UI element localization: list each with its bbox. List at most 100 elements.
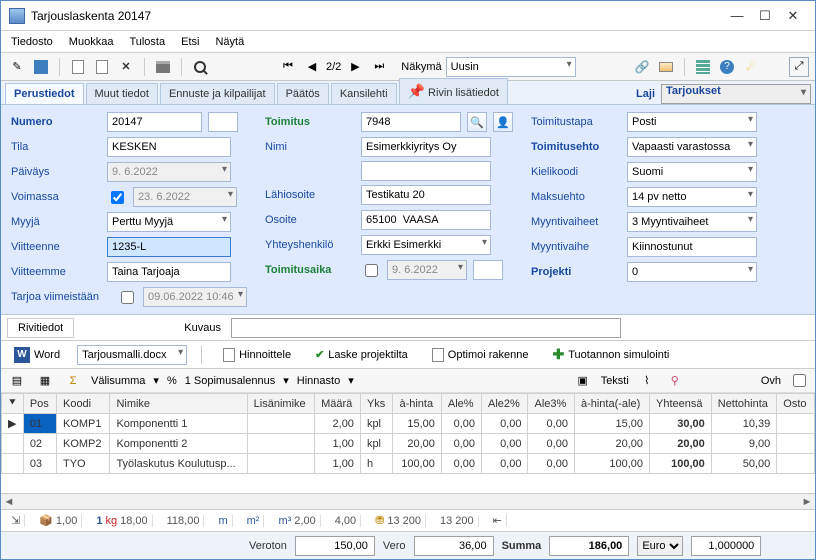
voimassa-input[interactable] — [133, 187, 237, 207]
scroll-left-icon[interactable]: ◄ — [1, 494, 17, 509]
search-customer-icon[interactable]: 🔍 — [467, 112, 487, 132]
myyntivaiheet-select[interactable] — [627, 212, 757, 232]
h-scrollbar[interactable]: ◄ ► — [1, 493, 815, 509]
maximize-button[interactable]: ☐ — [751, 5, 779, 27]
new-doc-icon[interactable] — [68, 57, 88, 77]
col-netto[interactable]: Nettohinta — [711, 394, 777, 414]
col-maara[interactable]: Määrä — [315, 394, 361, 414]
tuotannon-simulointi-button[interactable]: ✚Tuotannon simulointi — [546, 343, 677, 366]
maksuehto-select[interactable] — [627, 187, 757, 207]
binoculars-icon[interactable] — [190, 57, 210, 77]
save-icon[interactable] — [31, 57, 51, 77]
col-nimike[interactable]: Nimike — [110, 394, 247, 414]
menu-edit[interactable]: Muokkaa — [69, 36, 114, 48]
viitteenne-input[interactable] — [107, 237, 231, 257]
toimitusaika-input[interactable] — [387, 260, 467, 280]
col-yhteensa[interactable]: Yhteensä — [650, 394, 712, 414]
tarjoa-input[interactable] — [143, 287, 247, 307]
col-lisanimike[interactable]: Lisänimike — [247, 394, 314, 414]
expand-icon[interactable]: ⤢ — [789, 57, 809, 77]
toimitus-input[interactable] — [361, 112, 461, 132]
tab-kansilehti[interactable]: Kansilehti — [331, 83, 397, 104]
tab-perustiedot[interactable]: Perustiedot — [5, 83, 84, 104]
kuvaus-input[interactable] — [231, 318, 621, 338]
vero-input[interactable] — [414, 536, 494, 556]
next-record-icon[interactable]: ▶ — [345, 57, 365, 77]
osoite-input[interactable] — [361, 210, 491, 230]
myyja-select[interactable] — [107, 212, 231, 232]
currency-select[interactable]: Euro — [637, 536, 683, 556]
summa-input[interactable] — [549, 536, 629, 556]
word-button[interactable]: WWord — [7, 344, 67, 366]
laske-projektilta-button[interactable]: ✔Laske projektilta — [308, 345, 415, 364]
attach-icon[interactable]: ⌇ — [637, 371, 657, 391]
nimi2-input[interactable] — [361, 161, 491, 181]
hinnoittele-button[interactable]: Hinnoittele — [216, 345, 298, 365]
col-yks[interactable]: Yks — [360, 394, 393, 414]
rivitiedot-tab[interactable]: Rivitiedot — [7, 318, 74, 338]
optimoi-rakenne-button[interactable]: Optimoi rakenne — [425, 345, 536, 365]
ovh-checkbox[interactable] — [793, 374, 806, 387]
numero-input[interactable] — [107, 112, 202, 132]
col-ale[interactable]: Ale% — [441, 394, 481, 414]
kielikoodi-select[interactable] — [627, 162, 757, 182]
tab-paatos[interactable]: Päätös — [277, 83, 329, 104]
filter-icon1[interactable]: ▤ — [7, 371, 27, 391]
tarjoa-checkbox[interactable] — [121, 291, 134, 304]
col-ahintaale[interactable]: à-hinta(-ale) — [574, 394, 649, 414]
numero-extra-input[interactable] — [208, 112, 238, 132]
mail-icon[interactable] — [656, 57, 676, 77]
col-filter[interactable]: ⯆ — [2, 394, 24, 414]
menu-print[interactable]: Tulosta — [129, 36, 165, 48]
table-view-icon[interactable] — [693, 57, 713, 77]
minimize-button[interactable]: — — [723, 5, 751, 27]
toimitusaika-checkbox[interactable] — [365, 264, 378, 277]
person-icon[interactable]: 👤 — [493, 112, 513, 132]
tree-icon[interactable]: ⇲ — [11, 514, 20, 527]
table-row[interactable]: 02 KOMP2 Komponentti 2 1,00 kpl 20,00 0,… — [2, 434, 815, 454]
prev-record-icon[interactable]: ◀ — [302, 57, 322, 77]
link2-icon[interactable]: ⚲ — [665, 371, 685, 391]
filter-icon2[interactable]: ▦ — [35, 371, 55, 391]
first-record-icon[interactable]: ⏮ — [278, 57, 298, 77]
toimitusaika-extra-input[interactable] — [473, 260, 503, 280]
myyntivaihe-input[interactable] — [627, 237, 757, 257]
lahiosoite-input[interactable] — [361, 185, 491, 205]
close-button[interactable]: ✕ — [779, 5, 807, 27]
tab-rivin-lisatiedot[interactable]: 📌 Rivin lisätiedot — [399, 78, 508, 104]
text-bold-icon[interactable]: ▣ — [573, 371, 593, 391]
help-icon[interactable]: ? — [717, 57, 737, 77]
col-ale3[interactable]: Ale3% — [528, 394, 574, 414]
nimi-input[interactable] — [361, 137, 491, 157]
viitteemme-input[interactable] — [107, 262, 231, 282]
table-row[interactable]: ▶ 01 KOMP1 Komponentti 1 2,00 kpl 15,00 … — [2, 414, 815, 434]
tip-icon[interactable]: ☄ — [741, 57, 761, 77]
col-ale2[interactable]: Ale2% — [482, 394, 528, 414]
rate-input[interactable] — [691, 536, 761, 556]
lines-table[interactable]: ⯆ Pos Koodi Nimike Lisänimike Määrä Yks … — [1, 393, 815, 474]
menu-find[interactable]: Etsi — [181, 36, 199, 48]
menu-view[interactable]: Näytä — [215, 36, 244, 48]
menu-file[interactable]: Tiedosto — [11, 36, 53, 48]
voimassa-checkbox[interactable] — [111, 191, 124, 204]
sum-icon[interactable]: Σ — [63, 371, 83, 391]
tab-muut-tiedot[interactable]: Muut tiedot — [86, 83, 158, 104]
yhteyshenkilo-select[interactable] — [361, 235, 491, 255]
scroll-right-icon[interactable]: ► — [799, 494, 815, 509]
laji-select[interactable]: Tarjoukset — [661, 84, 811, 104]
template-select[interactable] — [77, 345, 187, 365]
delete-icon[interactable]: ✕ — [116, 57, 136, 77]
col-osto[interactable]: Osto — [777, 394, 815, 414]
paivays-input[interactable] — [107, 162, 231, 182]
toimitustapa-select[interactable] — [627, 112, 757, 132]
toimitusehto-select[interactable] — [627, 137, 757, 157]
col-ahinta[interactable]: à-hinta — [393, 394, 441, 414]
last-record-icon[interactable]: ⏭ — [369, 57, 389, 77]
edit-icon[interactable]: ✎ — [7, 57, 27, 77]
table-row[interactable]: 03 TYO Työlaskutus Koulutusp... 1,00 h 1… — [2, 454, 815, 474]
copy-doc-icon[interactable] — [92, 57, 112, 77]
tila-input[interactable] — [107, 137, 231, 157]
view-select[interactable] — [446, 57, 576, 77]
print-icon[interactable] — [153, 57, 173, 77]
collapse-icon[interactable]: ⇤ — [493, 514, 502, 527]
